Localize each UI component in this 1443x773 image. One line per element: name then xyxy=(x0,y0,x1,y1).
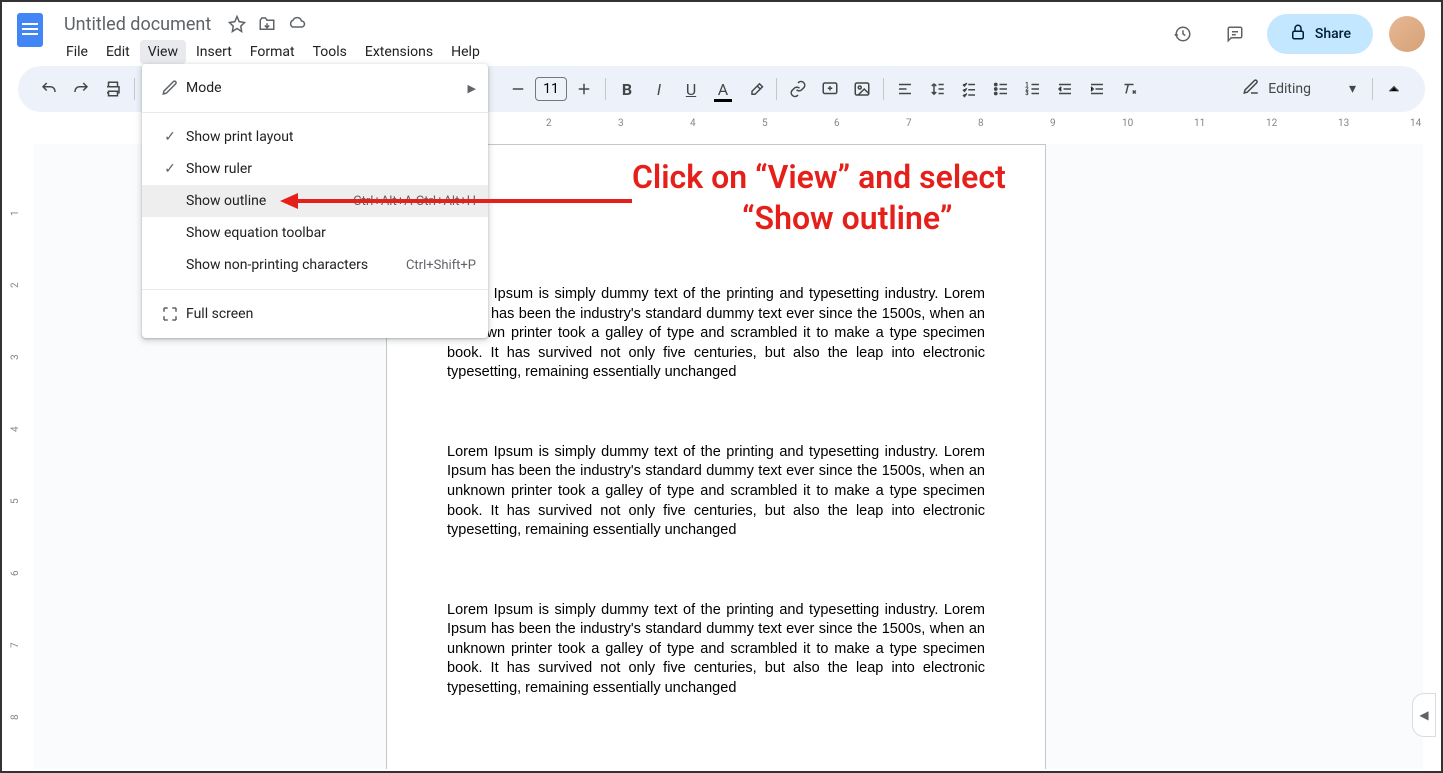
shortcut-label: Ctrl+Shift+P xyxy=(406,258,476,273)
line-spacing-button[interactable] xyxy=(922,74,952,104)
font-size-group: 11 xyxy=(503,74,599,104)
menu-format[interactable]: Format xyxy=(242,40,303,64)
chevron-right-icon: ▶ xyxy=(468,82,476,95)
highlight-button[interactable] xyxy=(740,74,770,104)
checkmark-icon: ✓ xyxy=(154,161,186,177)
star-icon[interactable] xyxy=(227,14,247,34)
paragraph[interactable]: Lorem Ipsum is simply dummy text of the … xyxy=(447,285,985,383)
paragraph[interactable]: Lorem Ipsum is simply dummy text of the … xyxy=(447,443,985,541)
docs-logo[interactable] xyxy=(10,10,50,50)
menu-file[interactable]: File xyxy=(58,40,96,64)
menu-insert[interactable]: Insert xyxy=(188,40,240,64)
paragraph[interactable]: Lorem Ipsum is simply dummy text of the … xyxy=(447,601,985,699)
menu-mode-label: Mode xyxy=(186,80,468,96)
header: Untitled document File Edit View Insert … xyxy=(2,2,1441,66)
font-size-input[interactable]: 11 xyxy=(535,77,567,101)
side-panel-toggle[interactable]: ◀ xyxy=(1412,693,1436,737)
menu-show-outline[interactable]: Show outline Ctrl+Alt+A Ctrl+Alt+H xyxy=(142,185,488,217)
font-size-increase[interactable] xyxy=(569,74,599,104)
italic-button[interactable]: I xyxy=(644,74,674,104)
font-size-decrease[interactable] xyxy=(503,74,533,104)
hide-menus-button[interactable] xyxy=(1379,74,1409,104)
undo-button[interactable] xyxy=(34,74,64,104)
insert-link-button[interactable] xyxy=(783,74,813,104)
menu-show-nonprinting[interactable]: Show non-printing characters Ctrl+Shift+… xyxy=(142,249,488,281)
separator xyxy=(142,289,488,290)
bold-button[interactable]: B xyxy=(612,74,642,104)
menu-extensions[interactable]: Extensions xyxy=(357,40,441,64)
share-label: Share xyxy=(1315,26,1351,42)
checkmark-icon: ✓ xyxy=(154,129,186,145)
avatar[interactable] xyxy=(1389,16,1425,52)
insert-image-button[interactable] xyxy=(847,74,877,104)
comments-icon[interactable] xyxy=(1215,14,1255,54)
redo-button[interactable] xyxy=(66,74,96,104)
add-comment-button[interactable] xyxy=(815,74,845,104)
menu-help[interactable]: Help xyxy=(443,40,488,64)
numbered-list-button[interactable]: 123 xyxy=(1018,74,1048,104)
menu-tools[interactable]: Tools xyxy=(305,40,355,64)
editing-label: Editing xyxy=(1268,81,1311,97)
history-icon[interactable] xyxy=(1163,14,1203,54)
text-color-button[interactable]: A xyxy=(708,74,738,104)
svg-text:3: 3 xyxy=(1026,91,1029,97)
separator xyxy=(142,112,488,113)
clear-formatting-button[interactable] xyxy=(1114,74,1144,104)
share-button[interactable]: Share xyxy=(1267,14,1373,54)
menubar: File Edit View Insert Format Tools Exten… xyxy=(58,40,1163,64)
lock-icon xyxy=(1289,23,1307,45)
caret-down-icon: ▾ xyxy=(1349,81,1356,97)
menu-full-screen[interactable]: Full screen xyxy=(142,298,488,330)
pencil-icon xyxy=(154,79,186,97)
fullscreen-icon xyxy=(154,305,186,323)
menu-show-ruler[interactable]: ✓ Show ruler xyxy=(142,153,488,185)
decrease-indent-button[interactable] xyxy=(1050,74,1080,104)
document-title[interactable]: Untitled document xyxy=(58,12,217,37)
bulleted-list-button[interactable] xyxy=(986,74,1016,104)
shortcut-label: Ctrl+Alt+A Ctrl+Alt+H xyxy=(353,194,476,209)
menu-mode[interactable]: Mode ▶ xyxy=(142,72,488,104)
increase-indent-button[interactable] xyxy=(1082,74,1112,104)
checklist-button[interactable] xyxy=(954,74,984,104)
menu-view[interactable]: View xyxy=(140,40,186,64)
pencil-icon xyxy=(1242,78,1260,100)
print-button[interactable] xyxy=(98,74,128,104)
menu-show-equation-toolbar[interactable]: Show equation toolbar xyxy=(142,217,488,249)
underline-button[interactable]: U xyxy=(676,74,706,104)
vertical-ruler[interactable]: 12345678 xyxy=(10,144,32,769)
cloud-status-icon[interactable] xyxy=(287,14,307,34)
view-menu-dropdown: Mode ▶ ✓ Show print layout ✓ Show ruler … xyxy=(142,64,488,338)
editing-mode-button[interactable]: Editing ▾ xyxy=(1232,74,1366,104)
move-icon[interactable] xyxy=(257,14,277,34)
menu-show-print-layout[interactable]: ✓ Show print layout xyxy=(142,121,488,153)
align-button[interactable] xyxy=(890,74,920,104)
menu-edit[interactable]: Edit xyxy=(98,40,138,64)
